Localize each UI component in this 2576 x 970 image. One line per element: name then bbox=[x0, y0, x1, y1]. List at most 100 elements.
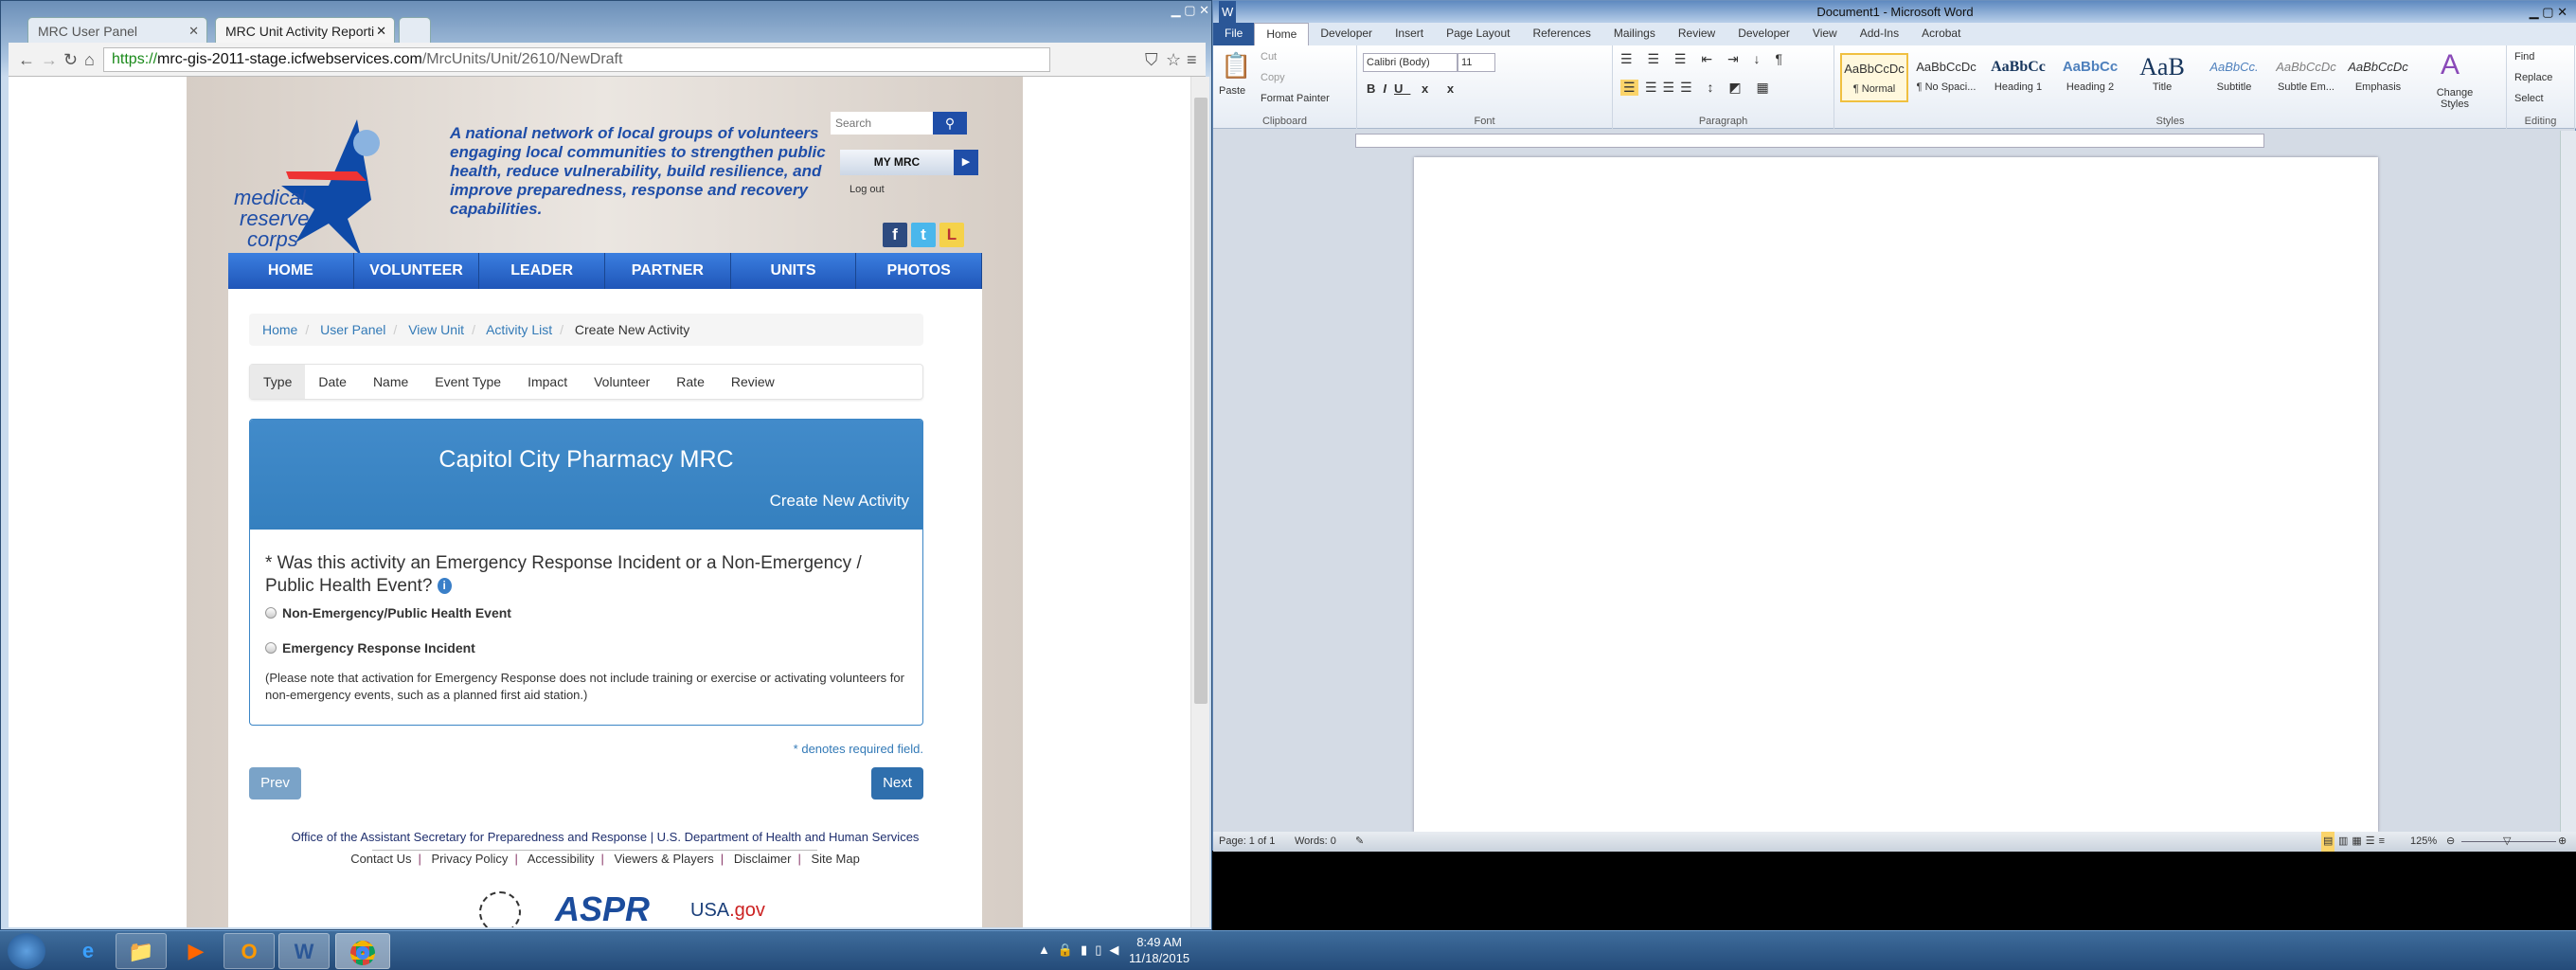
style-title[interactable]: AaB Title bbox=[2128, 53, 2196, 102]
system-tray-icons[interactable]: ▲🔒▮▯◀ bbox=[1038, 943, 1126, 958]
word-taskbar-icon[interactable]: W bbox=[278, 933, 330, 969]
home-icon[interactable]: ⌂ bbox=[84, 50, 95, 70]
nav-units[interactable]: UNITS bbox=[731, 253, 857, 289]
star-icon[interactable]: ☆ bbox=[1166, 50, 1181, 70]
forward-icon[interactable]: → bbox=[41, 50, 58, 70]
print-layout-icon[interactable]: ▤ bbox=[2321, 832, 2335, 852]
format-painter-button[interactable]: Format Painter bbox=[1261, 93, 1330, 104]
tab-mrc-unit-activity[interactable]: MRC Unit Activity Reporti ✕ bbox=[215, 17, 395, 44]
tab-acrobat[interactable]: Acrobat bbox=[1910, 23, 1972, 45]
zoom-level[interactable]: 125% bbox=[2410, 832, 2437, 852]
step-rate[interactable]: Rate bbox=[663, 365, 718, 399]
font-format-buttons[interactable]: BIU x x bbox=[1367, 81, 1461, 96]
style-heading-2[interactable]: AaBbCc Heading 2 bbox=[2056, 53, 2124, 102]
align-buttons[interactable]: ☰☰☰ ↕ ◩ ▦ bbox=[1645, 80, 1775, 96]
prev-button[interactable]: Prev bbox=[249, 767, 301, 799]
new-tab-button[interactable] bbox=[399, 17, 431, 44]
close-tab-icon[interactable]: ✕ bbox=[188, 24, 199, 39]
tab-file[interactable]: File bbox=[1213, 23, 1255, 45]
logout-link[interactable]: Log out bbox=[850, 184, 885, 195]
step-volunteer[interactable]: Volunteer bbox=[581, 365, 663, 399]
change-styles-button[interactable]: Change Styles bbox=[2433, 87, 2477, 110]
style-heading-1[interactable]: AaBbCc Heading 1 bbox=[1984, 53, 2052, 102]
menu-icon[interactable]: ≡ bbox=[1187, 50, 1197, 70]
start-button[interactable] bbox=[8, 933, 45, 969]
nav-photos[interactable]: PHOTOS bbox=[856, 253, 983, 289]
ruler[interactable] bbox=[1355, 134, 2264, 148]
tab-mailings[interactable]: Mailings bbox=[1602, 23, 1667, 45]
close-tab-icon[interactable]: ✕ bbox=[376, 24, 386, 39]
zoom-out-icon[interactable]: ⊖ bbox=[2446, 832, 2455, 852]
usagov-logo[interactable]: USA.gov bbox=[690, 900, 765, 922]
copy-button[interactable]: Copy bbox=[1261, 72, 1285, 83]
outlook-icon[interactable]: O bbox=[224, 933, 275, 969]
zoom-in-icon[interactable]: ⊕ bbox=[2558, 832, 2567, 852]
viewers-players-link[interactable]: Viewers & Players bbox=[615, 852, 714, 866]
reload-icon[interactable]: ↻ bbox=[63, 50, 78, 70]
page-count[interactable]: Page: 1 of 1 bbox=[1219, 832, 1275, 852]
proofing-icon[interactable]: ✎ bbox=[1355, 832, 1364, 852]
nav-home[interactable]: HOME bbox=[228, 253, 354, 289]
page-scrollbar[interactable] bbox=[1190, 77, 1209, 927]
clock[interactable]: 8:49 AM 11/18/2015 bbox=[1129, 934, 1190, 966]
word-count[interactable]: Words: 0 bbox=[1295, 832, 1336, 852]
chrome-icon[interactable] bbox=[335, 933, 390, 969]
style-no-spacing[interactable]: AaBbCcDc ¶ No Spaci... bbox=[1912, 53, 1980, 102]
scrollbar-thumb[interactable] bbox=[1194, 98, 1208, 704]
my-mrc-button[interactable]: MY MRC bbox=[840, 150, 954, 175]
media-player-icon[interactable]: ▶ bbox=[170, 933, 222, 969]
breadcrumb-view-unit[interactable]: View Unit bbox=[408, 322, 464, 337]
tab-developer-2[interactable]: Developer bbox=[1726, 23, 1801, 45]
window-controls[interactable]: ▁ ▢ ✕ bbox=[1115, 3, 1209, 22]
info-icon[interactable]: i bbox=[437, 578, 452, 595]
linkedin-icon[interactable]: L bbox=[939, 223, 964, 247]
twitter-icon[interactable]: t bbox=[911, 223, 936, 247]
tab-view[interactable]: View bbox=[1801, 23, 1849, 45]
search-input[interactable] bbox=[831, 112, 933, 135]
disclaimer-link[interactable]: Disclaimer bbox=[734, 852, 792, 866]
nav-partner[interactable]: PARTNER bbox=[605, 253, 731, 289]
replace-button[interactable]: Replace bbox=[2514, 72, 2552, 83]
list-buttons[interactable]: ☰ ☰ ☰ ⇤ ⇥ ↓ ¶ bbox=[1620, 51, 1788, 67]
option-emergency-response[interactable]: Emergency Response Incident bbox=[265, 640, 475, 656]
option-non-emergency[interactable]: Non-Emergency/Public Health Event bbox=[265, 605, 511, 620]
zoom-slider-thumb[interactable]: ▽ bbox=[2503, 832, 2511, 852]
find-button[interactable]: Find bbox=[2514, 51, 2534, 63]
tab-references[interactable]: References bbox=[1521, 23, 1601, 45]
font-size-select[interactable]: 11 bbox=[1458, 53, 1495, 72]
font-name-select[interactable]: Calibri (Body) bbox=[1363, 53, 1458, 72]
paste-icon[interactable]: 📋 bbox=[1221, 51, 1251, 81]
tab-review[interactable]: Review bbox=[1667, 23, 1726, 45]
tab-add-ins[interactable]: Add-Ins bbox=[1849, 23, 1910, 45]
aspr-logo[interactable]: ASPR bbox=[555, 889, 650, 927]
file-explorer-icon[interactable]: 📁 bbox=[116, 933, 167, 969]
address-bar[interactable]: https://mrc-gis-2011-stage.icfwebservice… bbox=[103, 47, 1050, 72]
select-button[interactable]: Select bbox=[2514, 93, 2544, 104]
site-map-link[interactable]: Site Map bbox=[812, 852, 860, 866]
window-controls[interactable]: ▁ ▢ ✕ bbox=[2530, 1, 2567, 23]
cut-button[interactable]: Cut bbox=[1261, 51, 1277, 63]
breadcrumb-home[interactable]: Home bbox=[262, 322, 297, 337]
change-styles-icon[interactable]: A bbox=[2441, 49, 2460, 81]
step-date[interactable]: Date bbox=[305, 365, 360, 399]
step-review[interactable]: Review bbox=[718, 365, 788, 399]
style-normal[interactable]: AaBbCcDc ¶ Normal bbox=[1840, 53, 1908, 102]
breadcrumb-activity-list[interactable]: Activity List bbox=[486, 322, 552, 337]
document-page[interactable] bbox=[1414, 157, 2378, 832]
next-button[interactable]: Next bbox=[871, 767, 923, 799]
style-emphasis[interactable]: AaBbCcDc Emphasis bbox=[2344, 53, 2412, 102]
radio-button[interactable] bbox=[265, 607, 277, 619]
align-left-icon[interactable]: ☰ bbox=[1620, 80, 1638, 96]
step-event-type[interactable]: Event Type bbox=[421, 365, 514, 399]
shield-icon[interactable]: ⛉ bbox=[1145, 50, 1158, 70]
tab-developer[interactable]: Developer bbox=[1309, 23, 1384, 45]
step-impact[interactable]: Impact bbox=[514, 365, 581, 399]
tab-mrc-user-panel[interactable]: MRC User Panel ✕ bbox=[27, 17, 207, 44]
step-name[interactable]: Name bbox=[360, 365, 421, 399]
tab-page-layout[interactable]: Page Layout bbox=[1435, 23, 1521, 45]
paste-button[interactable]: Paste bbox=[1219, 85, 1245, 97]
contact-us-link[interactable]: Contact Us bbox=[350, 852, 411, 866]
facebook-icon[interactable]: f bbox=[883, 223, 907, 247]
search-button[interactable]: ⚲ bbox=[933, 112, 967, 135]
privacy-policy-link[interactable]: Privacy Policy bbox=[432, 852, 509, 866]
